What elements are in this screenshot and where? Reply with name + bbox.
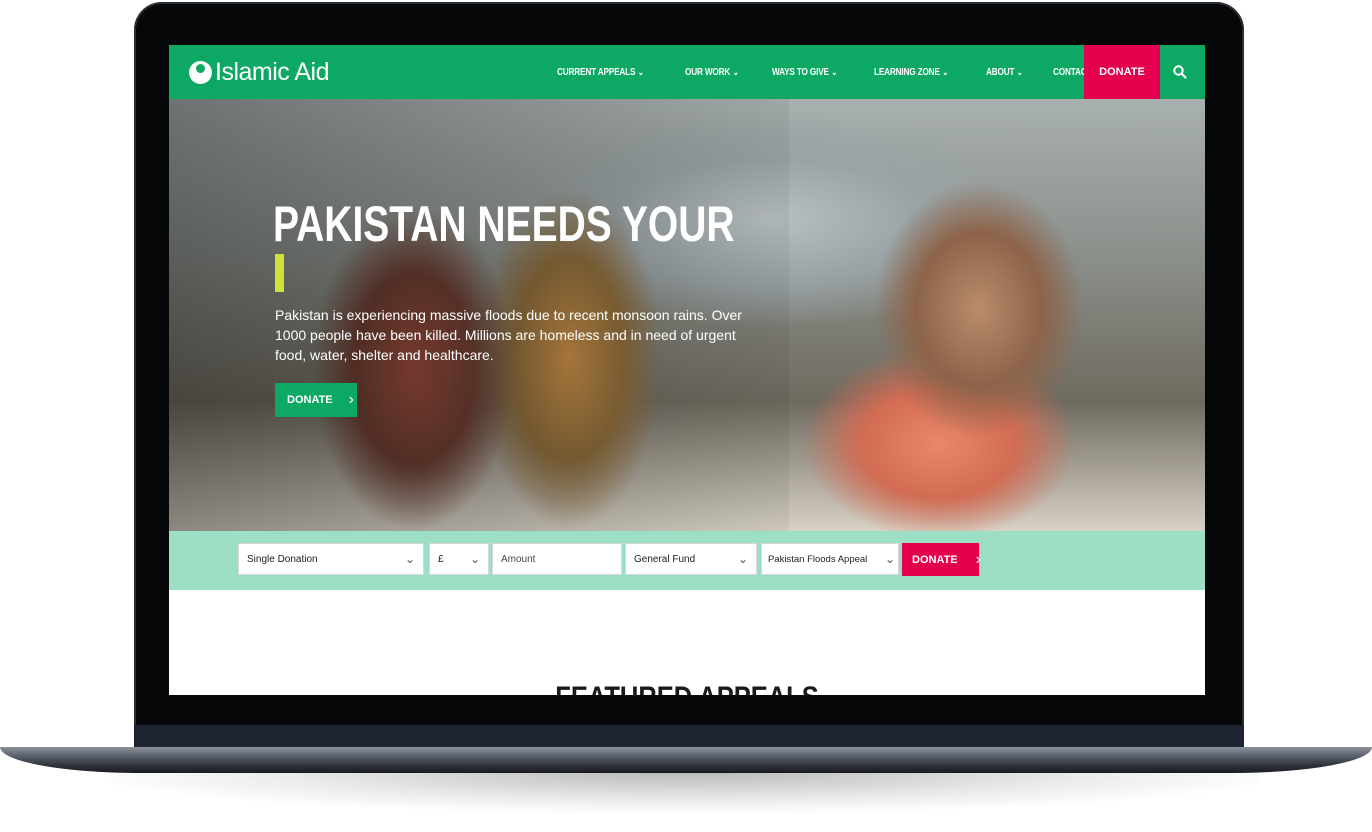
- nav-label: OUR WORK: [684, 66, 731, 78]
- nav-item-current-appeals[interactable]: CURRENT APPEALS ⌄: [557, 67, 644, 78]
- hero-donate-button[interactable]: DONATE ›: [275, 383, 357, 417]
- hero-donate-label: DONATE: [287, 394, 333, 406]
- chevron-down-icon: ⌄: [737, 552, 748, 566]
- nav-item-about[interactable]: ABOUT ⌄: [986, 67, 1023, 78]
- chevron-down-icon: ⌄: [637, 66, 644, 77]
- typing-cursor: [275, 254, 284, 292]
- nav-label: CURRENT APPEALS: [557, 66, 636, 78]
- chevron-right-icon: ›: [975, 550, 981, 568]
- chevron-down-icon: ⌄: [942, 66, 949, 77]
- chevron-down-icon: ⌄: [884, 552, 895, 566]
- nav-item-learning-zone[interactable]: LEARNING ZONE ⌄: [874, 67, 948, 78]
- chevron-right-icon: ›: [348, 391, 354, 408]
- hero-description: Pakistan is experiencing massive floods …: [275, 307, 742, 363]
- search-icon[interactable]: [1172, 64, 1188, 80]
- nav-item-ways-to-give[interactable]: WAYS TO GIVE ⌄: [772, 67, 837, 78]
- featured-appeals-heading: FEATURED APPEALS: [247, 681, 1128, 695]
- logo-icon: [189, 60, 212, 84]
- appeal-value: Pakistan Floods Appeal: [768, 553, 868, 565]
- main-nav: CURRENT APPEALS ⌄ OUR WORK ⌄ WAYS TO GIVE ⌄…: [557, 45, 1122, 99]
- chevron-down-icon: ⌄: [469, 552, 480, 566]
- laptop-base: [0, 747, 1372, 773]
- fund-select[interactable]: General Fund ⌄: [625, 543, 757, 575]
- currency-value: £: [438, 553, 444, 565]
- nav-label: LEARNING ZONE: [873, 66, 940, 78]
- logo-text: Islamic Aid: [215, 57, 329, 86]
- appeal-select[interactable]: Pakistan Floods Appeal ⌄: [761, 543, 899, 575]
- donation-type-value: Single Donation: [247, 553, 318, 565]
- hero-banner: PAKISTAN NEEDS YOUR Pakistan is experien…: [169, 99, 1205, 531]
- chevron-down-icon: ⌄: [732, 66, 739, 77]
- header-donate-button[interactable]: DONATE: [1084, 45, 1160, 99]
- amount-input[interactable]: Amount: [492, 543, 622, 575]
- chevron-down-icon: ⌄: [1017, 66, 1024, 77]
- currency-select[interactable]: £ ⌄: [429, 543, 489, 575]
- chevron-down-icon: ⌄: [404, 552, 415, 566]
- browser-viewport: Islamic Aid CURRENT APPEALS ⌄ OUR WORK ⌄ W…: [169, 45, 1205, 695]
- chevron-down-icon: ⌄: [831, 66, 838, 77]
- quick-donate-bar: Single Donation ⌄ £ ⌄ Amount General Fun…: [169, 531, 1205, 590]
- fund-value: General Fund: [634, 553, 696, 565]
- hero-title: PAKISTAN NEEDS YOUR: [273, 196, 735, 252]
- nav-item-our-work[interactable]: OUR WORK ⌄: [685, 67, 739, 78]
- quick-donate-label: DONATE: [912, 553, 958, 566]
- amount-placeholder: Amount: [501, 553, 536, 565]
- site-logo[interactable]: Islamic Aid: [189, 57, 329, 87]
- laptop-shadow: [110, 772, 1260, 812]
- quick-donate-button[interactable]: DONATE ›: [902, 543, 981, 576]
- nav-label: ABOUT: [986, 66, 1015, 78]
- donation-type-select[interactable]: Single Donation ⌄: [238, 543, 424, 575]
- nav-label: WAYS TO GIVE: [772, 66, 830, 78]
- site-header: Islamic Aid CURRENT APPEALS ⌄ OUR WORK ⌄ W…: [169, 45, 1205, 99]
